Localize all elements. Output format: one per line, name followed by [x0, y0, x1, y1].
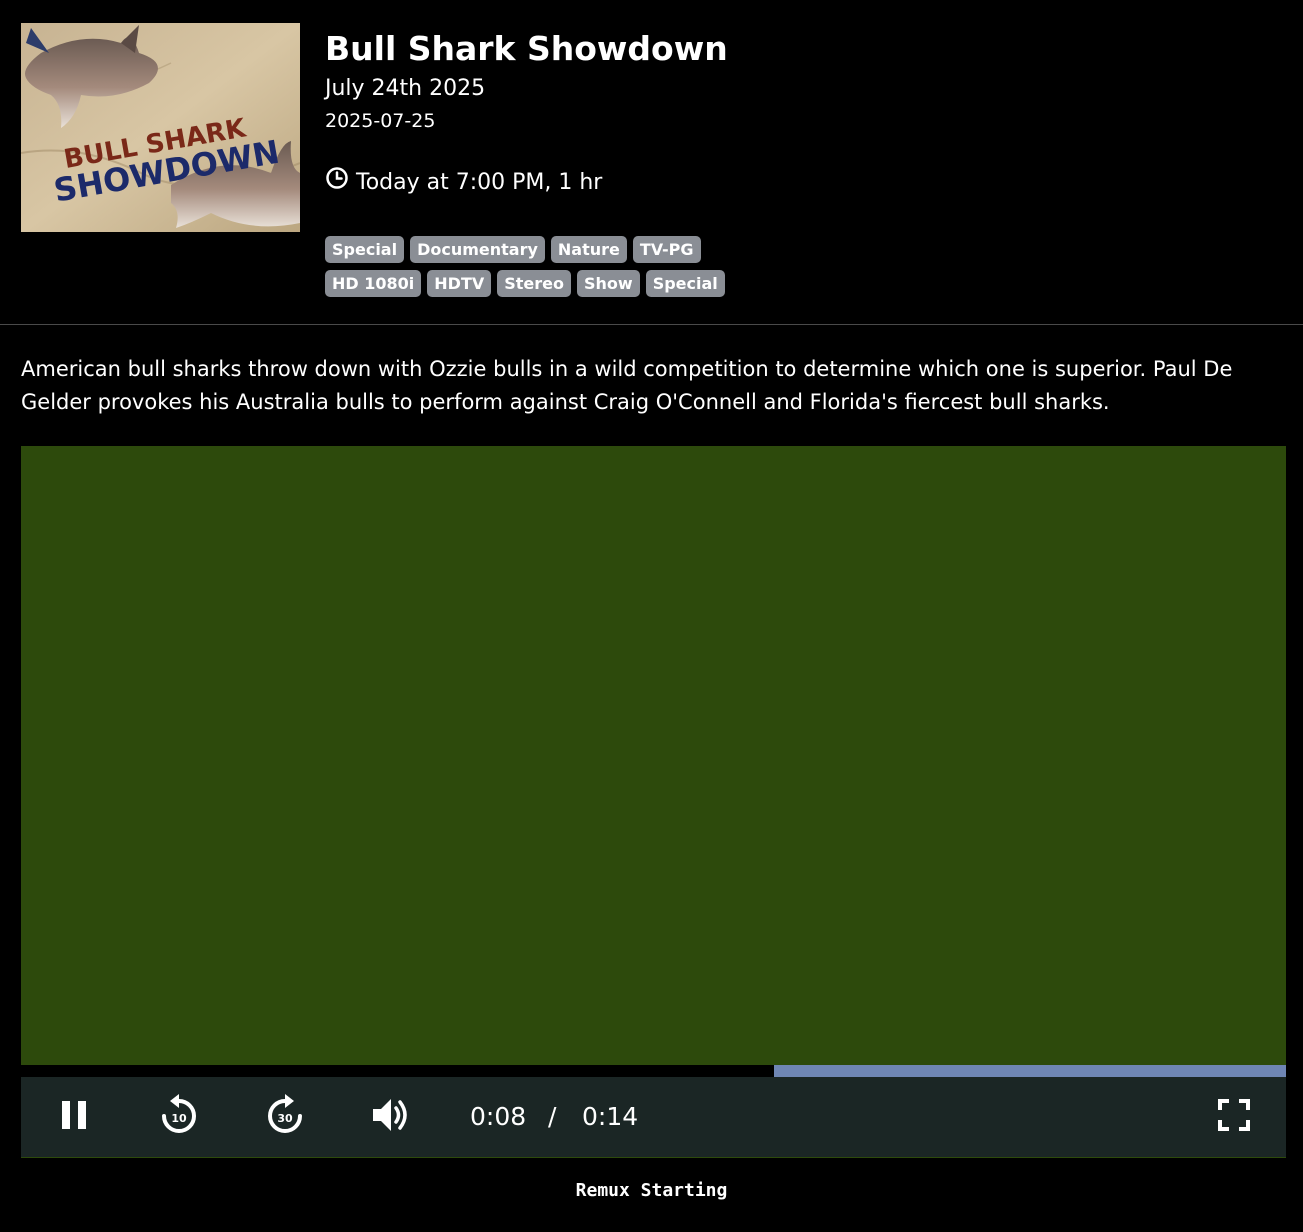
- current-time: 0:08: [470, 1102, 527, 1131]
- airtime-text: Today at 7:00 PM, 1 hr: [356, 169, 603, 195]
- fullscreen-icon: [1218, 1099, 1250, 1135]
- buffered-range: [773, 1065, 1286, 1077]
- badge-row-genres: Special Documentary Nature TV-PG: [325, 236, 745, 263]
- badge-special-2: Special: [645, 270, 725, 297]
- badge-documentary: Documentary: [410, 236, 545, 263]
- pause-icon: [60, 1100, 88, 1134]
- video-surface[interactable]: [21, 446, 1286, 1065]
- time-separator: /: [548, 1102, 557, 1131]
- rewind-icon: 10: [159, 1093, 199, 1141]
- air-date: July 24th 2025: [325, 76, 486, 101]
- pause-button[interactable]: [48, 1091, 100, 1143]
- badge-resolution: HD 1080i: [325, 270, 422, 297]
- badge-hdtv: HDTV: [427, 270, 492, 297]
- forward-button[interactable]: 30: [259, 1091, 311, 1143]
- rewind-button[interactable]: 10: [153, 1091, 205, 1143]
- airtime-row: Today at 7:00 PM, 1 hr: [325, 166, 728, 199]
- badge-row-attributes: HD 1080i HDTV Stereo Show Special: [325, 270, 745, 297]
- volume-button[interactable]: [365, 1091, 417, 1143]
- program-poster: BULL SHARK SHOWDOWN: [21, 23, 300, 232]
- player-controls: 10 30 0:08 / 0:14: [21, 1077, 1286, 1158]
- program-description: American bull sharks throw down with Ozz…: [21, 357, 1233, 414]
- badge-nature: Nature: [550, 236, 627, 263]
- program-info: Bull Shark Showdown July 24th 2025 2025-…: [325, 28, 728, 199]
- duration: 0:14: [582, 1102, 639, 1131]
- forward-icon: 30: [265, 1093, 305, 1141]
- progress-bar[interactable]: [21, 1065, 1286, 1077]
- badge-special: Special: [325, 236, 405, 263]
- badge-show: Show: [577, 270, 640, 297]
- badge-stereo: Stereo: [497, 270, 571, 297]
- program-title: Bull Shark Showdown: [325, 29, 728, 68]
- status-message: Remux Starting: [575, 1180, 728, 1201]
- volume-icon: [371, 1096, 411, 1138]
- video-player: 10 30 0:08 / 0:14: [21, 446, 1286, 1158]
- rewind-label: 10: [171, 1112, 187, 1125]
- program-header: BULL SHARK SHOWDOWN Bull Shark Showdown …: [0, 0, 1303, 325]
- forward-label: 30: [277, 1112, 293, 1125]
- fullscreen-button[interactable]: [1208, 1091, 1260, 1143]
- tag-badges: Special Documentary Nature TV-PG HD 1080…: [325, 236, 745, 304]
- air-date-iso: 2025-07-25: [325, 110, 436, 132]
- clock-icon: [325, 166, 356, 199]
- badge-rating: TV-PG: [632, 236, 701, 263]
